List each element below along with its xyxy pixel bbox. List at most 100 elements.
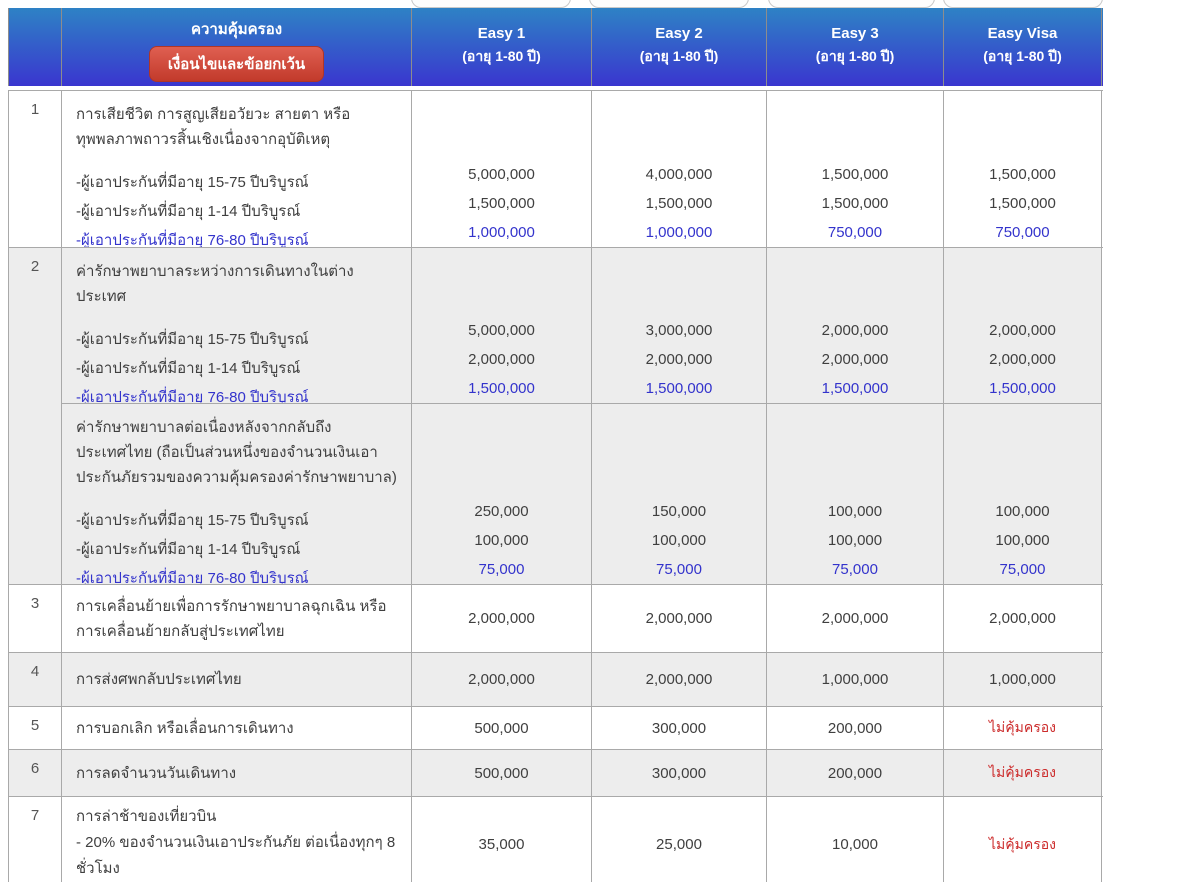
coverage-amount: 5,000,000: [468, 160, 535, 189]
age-band-1-14: -ผู้เอาประกันที่มีอายุ 1-14 ปีบริบูรณ์: [76, 197, 399, 226]
plan-age-range: (อายุ 1-80 ปี): [592, 45, 766, 67]
row-2b-easyvisa-cell: 100,000 100,000 75,000: [944, 403, 1102, 584]
coverage-amount: 2,000,000: [646, 345, 713, 374]
age-band-15-75: -ผู้เอาประกันที่มีอายุ 15-75 ปีบริบูรณ์: [76, 325, 399, 354]
coverage-amount: 750,000: [995, 218, 1049, 247]
age-band-15-75: -ผู้เอาประกันที่มีอายุ 15-75 ปีบริบูรณ์: [76, 506, 399, 535]
plan-action-pill-easy3[interactable]: [768, 0, 935, 8]
coverage-amount: 1,000,000: [646, 218, 713, 247]
conditions-exclusions-button[interactable]: เงื่อนไขและข้อยกเว้น: [149, 46, 324, 82]
coverage-title: การบอกเลิก หรือเลื่อนการเดินทาง: [76, 716, 399, 741]
row-1-easy3-cell: 1,500,000 1,500,000 750,000: [767, 91, 944, 247]
coverage-title: การลดจำนวนวันเดินทาง: [76, 761, 399, 786]
coverage-amount: 1,500,000: [646, 189, 713, 218]
coverage-amount: 1,500,000: [822, 160, 889, 189]
plan-age-range: (อายุ 1-80 ปี): [944, 45, 1101, 67]
coverage-amount: 200,000: [828, 765, 882, 782]
header-plan-easy1: Easy 1 (อายุ 1-80 ปี): [412, 8, 592, 86]
not-covered-label: ไม่คุ้มครอง: [989, 717, 1056, 739]
coverage-amount: 2,000,000: [822, 345, 889, 374]
row-4-easy1-cell: 2,000,000: [412, 653, 592, 706]
coverage-title: ค่ารักษาพยาบาลระหว่างการเดินทางในต่างประ…: [76, 259, 399, 309]
coverage-amount: 1,500,000: [468, 374, 535, 403]
row-3-easy3-cell: 2,000,000: [767, 585, 944, 652]
row-6-coverage-cell: การลดจำนวนวันเดินทาง: [62, 750, 412, 796]
table-row-4: 4 การส่งศพกลับประเทศไทย 2,000,000 2,000,…: [8, 652, 1103, 706]
coverage-amount: 3,000,000: [646, 316, 713, 345]
row-7-easyvisa-cell: ไม่คุ้มครอง: [944, 797, 1102, 882]
coverage-amount: 150,000: [652, 497, 706, 526]
coverage-amount: 1,500,000: [646, 374, 713, 403]
row-number: 7: [8, 797, 62, 882]
row-2-easy1-cell: 5,000,000 2,000,000 1,500,000: [412, 248, 592, 403]
table-row-3: 3 การเคลื่อนย้ายเพื่อการรักษาพยาบาลฉุกเฉ…: [8, 584, 1103, 652]
row-2b-easy1-cell: 250,000 100,000 75,000: [412, 403, 592, 584]
table-row-7: 7 การล่าช้าของเที่ยวบิน - 20% ของจำนวนเง…: [8, 796, 1103, 882]
row-6-easyvisa-cell: ไม่คุ้มครอง: [944, 750, 1102, 796]
plan-action-pill-easy1[interactable]: [411, 0, 571, 8]
not-covered-label: ไม่คุ้มครอง: [989, 834, 1056, 856]
coverage-amount: 2,000,000: [468, 345, 535, 374]
plan-action-pill-easy2[interactable]: [589, 0, 749, 8]
coverage-amount: 1,000,000: [989, 671, 1056, 688]
coverage-header-title: ความคุ้มครอง: [62, 17, 411, 41]
age-band-76-80-link[interactable]: -ผู้เอาประกันที่มีอายุ 76-80 ปีบริบูรณ์: [76, 570, 309, 584]
row-7-easy1-cell: 35,000: [412, 797, 592, 882]
coverage-amount: 100,000: [828, 526, 882, 555]
row-5-easy2-cell: 300,000: [592, 707, 767, 749]
coverage-amount: 750,000: [828, 218, 882, 247]
coverage-amount: 2,000,000: [468, 671, 535, 688]
row-3-easy2-cell: 2,000,000: [592, 585, 767, 652]
coverage-amount: 2,000,000: [822, 610, 889, 627]
coverage-amount: 2,000,000: [646, 610, 713, 627]
coverage-amount: 2,000,000: [989, 345, 1056, 374]
coverage-amount: 100,000: [828, 497, 882, 526]
age-band-76-80-link[interactable]: -ผู้เอาประกันที่มีอายุ 76-80 ปีบริบูรณ์: [76, 389, 309, 403]
table-row-2: 2 ค่ารักษาพยาบาลระหว่างการเดินทางในต่างป…: [8, 247, 1103, 584]
header-plan-easy3: Easy 3 (อายุ 1-80 ปี): [767, 8, 944, 86]
coverage-amount: 35,000: [479, 836, 525, 853]
plan-name: Easy 3: [767, 23, 943, 45]
coverage-title: การล่าช้าของเที่ยวบิน: [76, 804, 399, 830]
row-1-coverage-cell: การเสียชีวิต การสูญเสียอวัยวะ สายตา หรือ…: [62, 91, 412, 247]
age-band-1-14: -ผู้เอาประกันที่มีอายุ 1-14 ปีบริบูรณ์: [76, 535, 399, 564]
age-band-76-80-link[interactable]: -ผู้เอาประกันที่มีอายุ 76-80 ปีบริบูรณ์: [76, 232, 309, 247]
header-number-cell: [8, 8, 62, 86]
row-number: 3: [8, 585, 62, 652]
coverage-note: - 20% ของจำนวนเงินเอาประกันภัย ต่อเนื่อง…: [76, 830, 399, 882]
coverage-amount: 2,000,000: [646, 671, 713, 688]
coverage-amount: 1,500,000: [468, 189, 535, 218]
plan-action-pill-easyvisa[interactable]: [943, 0, 1103, 8]
plan-name: Easy Visa: [944, 23, 1101, 45]
coverage-amount: 1,500,000: [822, 189, 889, 218]
row-number: 4: [8, 653, 62, 706]
coverage-amount: 5,000,000: [468, 316, 535, 345]
coverage-amount: 4,000,000: [646, 160, 713, 189]
row-6-easy1-cell: 500,000: [412, 750, 592, 796]
age-band-15-75: -ผู้เอาประกันที่มีอายุ 15-75 ปีบริบูรณ์: [76, 168, 399, 197]
coverage-amount: 300,000: [652, 720, 706, 737]
header-plan-easyvisa: Easy Visa (อายุ 1-80 ปี): [944, 8, 1102, 86]
coverage-title: ค่ารักษาพยาบาลต่อเนื่องหลังจากกลับถึงประ…: [76, 415, 399, 490]
row-number: 5: [8, 707, 62, 749]
coverage-amount: 2,000,000: [989, 316, 1056, 345]
row-2b-coverage-cell: ค่ารักษาพยาบาลต่อเนื่องหลังจากกลับถึงประ…: [62, 403, 412, 584]
row-3-easyvisa-cell: 2,000,000: [944, 585, 1102, 652]
coverage-amount: 25,000: [656, 836, 702, 853]
coverage-amount: 250,000: [474, 497, 528, 526]
coverage-amount: 100,000: [474, 526, 528, 555]
insurance-comparison-page: ความคุ้มครอง เงื่อนไขและข้อยกเว้น Easy 1…: [0, 0, 1182, 882]
plan-age-range: (อายุ 1-80 ปี): [767, 45, 943, 67]
row-2-easyvisa-cell: 2,000,000 2,000,000 1,500,000: [944, 248, 1102, 403]
header-coverage-cell: ความคุ้มครอง เงื่อนไขและข้อยกเว้น: [62, 8, 412, 86]
coverage-amount: 1,500,000: [989, 374, 1056, 403]
row-2b-easy3-cell: 100,000 100,000 75,000: [767, 403, 944, 584]
row-5-easy1-cell: 500,000: [412, 707, 592, 749]
coverage-amount: 500,000: [474, 765, 528, 782]
coverage-amount: 10,000: [832, 836, 878, 853]
row-1-easy1-cell: 5,000,000 1,500,000 1,000,000: [412, 91, 592, 247]
coverage-amount: 75,000: [479, 555, 525, 584]
coverage-amount: 75,000: [1000, 555, 1046, 584]
plan-name: Easy 2: [592, 23, 766, 45]
table-row-6: 6 การลดจำนวนวันเดินทาง 500,000 300,000 2…: [8, 749, 1103, 796]
